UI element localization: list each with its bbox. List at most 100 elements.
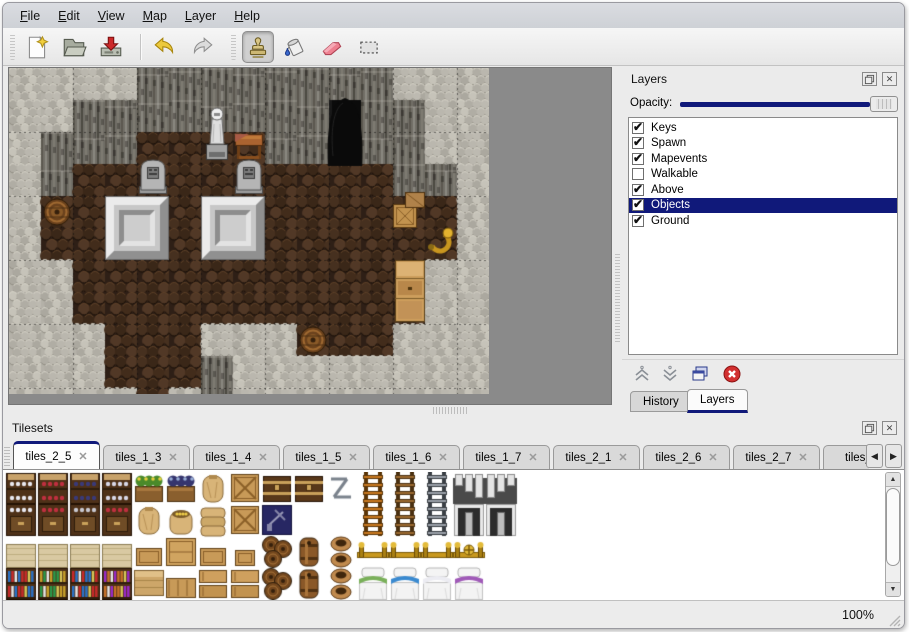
tileset-view: ▲ ▼ [3,469,904,600]
map-canvas[interactable] [9,68,489,394]
open-map-button[interactable] [58,31,90,63]
close-tab-icon[interactable]: ✕ [438,451,447,464]
new-file-icon [24,34,50,60]
delete-layer-button[interactable] [720,363,744,385]
scroll-tabs-right-button[interactable]: ▶ [885,444,902,468]
raise-layer-button[interactable] [630,363,654,385]
tileset-tab[interactable]: tiles_1_3✕ [103,445,190,469]
zoom-level: 100% [842,608,874,622]
layer-visibility-checkbox[interactable]: ✔ [632,137,644,149]
menu-help[interactable]: Help [225,6,269,26]
close-tab-icon[interactable]: ✕ [618,451,627,464]
layer-visibility-checkbox[interactable]: ✔ [632,199,644,211]
layers-panel: Layers ✕ Opacity: ✔ Keys ✔ Spawn ✔ Mapev… [622,67,904,416]
menu-map[interactable]: Map [134,6,176,26]
layer-visibility-checkbox[interactable]: ✔ [632,153,644,165]
close-panel-button[interactable]: ✕ [882,72,897,86]
check-icon: ✔ [633,135,643,149]
opacity-slider-handle[interactable] [870,96,898,112]
close-tab-icon[interactable]: ✕ [78,450,87,463]
tileset-tab[interactable]: tiles_1_6 ✕ [373,445,460,469]
tileset-scrollbar[interactable]: ▲ ▼ [885,472,901,597]
arrow-left-icon: ◀ [871,451,878,462]
float-panel-button[interactable] [862,72,877,86]
menu-edit[interactable]: Edit [49,6,89,26]
layer-label: Keys [651,122,677,134]
raise-layer-icon [632,364,652,384]
check-icon: ✔ [633,197,643,211]
float-panel-button[interactable] [862,421,877,435]
close-tab-icon[interactable]: ✕ [168,451,177,464]
close-tab-icon[interactable]: ✕ [528,451,537,464]
tileset-tab[interactable]: tiles_1_5✕ [283,445,370,469]
undo-icon [152,34,178,60]
layer-visibility-checkbox[interactable]: ✔ [632,122,644,134]
layer-row-spawn[interactable]: ✔ Spawn [629,136,897,152]
tileset-tab[interactable]: tiles_2_7 ✕ [733,445,820,469]
layer-visibility-checkbox[interactable]: ✔ [632,168,644,180]
close-tab-icon[interactable]: ✕ [348,451,357,464]
scroll-up-button[interactable]: ▲ [886,473,900,487]
lower-layer-button[interactable] [658,363,682,385]
opacity-slider-track[interactable] [680,102,870,107]
app-window: File Edit View Map Layer Help [2,2,905,629]
menu-layer[interactable]: Layer [176,6,225,26]
tilesets-panel: Tilesets ✕ tiles_2_5✕ tiles_1_3✕ tiles_1… [3,416,904,600]
scroll-down-button[interactable]: ▼ [886,582,900,596]
menu-file[interactable]: File [11,6,49,26]
new-map-button[interactable] [21,31,53,63]
resize-grip[interactable] [887,613,901,627]
duplicate-layer-button[interactable] [688,363,712,385]
tileset-tab[interactable]: tiles_2_5✕ [13,441,100,469]
layer-visibility-checkbox[interactable]: ✔ [632,215,644,227]
scrollbar-thumb[interactable] [886,488,900,566]
layer-label: Objects [651,199,690,211]
stamp-tool-button[interactable] [242,31,274,63]
fill-tool-button[interactable] [279,31,311,63]
layer-row-keys[interactable]: ✔ Keys [629,120,897,136]
select-tool-button[interactable] [353,31,385,63]
tab-history[interactable]: History [630,391,692,412]
layer-label: Spawn [651,137,686,149]
tileset-tab[interactable]: tiles_✕ [823,445,869,469]
layer-visibility-checkbox[interactable]: ✔ [632,184,644,196]
close-tab-icon[interactable]: ✕ [258,451,267,464]
redo-button[interactable] [186,31,218,63]
tab-label: tiles_2_6 [655,452,701,464]
tileset-tab[interactable]: tiles_1_4✕ [193,445,280,469]
tab-label: History [643,396,679,408]
toolbar-drag-handle[interactable] [231,34,236,60]
close-panel-button[interactable]: ✕ [882,421,897,435]
layer-row-objects[interactable]: ✔ Objects [629,198,897,214]
close-icon: ✕ [886,424,894,433]
check-icon: ✔ [633,151,643,165]
vertical-splitter[interactable] [614,67,621,416]
tilesets-panel-title: Tilesets [12,421,53,435]
tileset-tab[interactable]: tiles_2_6 ✕ [643,445,730,469]
layer-row-mapevents[interactable]: ✔ Mapevents [629,151,897,167]
layer-row-above[interactable]: ✔ Above [629,182,897,198]
check-icon: ✔ [633,120,643,134]
float-icon [864,74,875,85]
layer-toolbar [622,359,904,385]
close-tab-icon[interactable]: ✕ [798,451,807,464]
eraser-tool-button[interactable] [316,31,348,63]
horizontal-splitter[interactable] [433,407,467,414]
tab-bar-grip[interactable] [4,445,10,466]
menu-view[interactable]: View [89,6,134,26]
tileset-tab[interactable]: tiles_2_1✕ [553,445,640,469]
layer-row-ground[interactable]: ✔ Ground [629,213,897,229]
tab-layers[interactable]: Layers [687,389,748,413]
open-folder-icon [61,34,87,60]
close-tab-icon[interactable]: ✕ [708,451,717,464]
undo-button[interactable] [149,31,181,63]
tab-label: tiles_2_7 [745,452,791,464]
tileset-tab[interactable]: tiles_1_7✕ [463,445,550,469]
opacity-label: Opacity: [630,97,672,109]
tileset-canvas[interactable] [5,472,581,600]
toolbar-drag-handle[interactable] [10,34,15,60]
scroll-tabs-left-button[interactable]: ◀ [866,444,883,468]
layer-row-walkable[interactable]: ✔ Walkable [629,167,897,183]
tab-label: tiles_1_6 [385,452,431,464]
save-map-button[interactable] [95,31,127,63]
